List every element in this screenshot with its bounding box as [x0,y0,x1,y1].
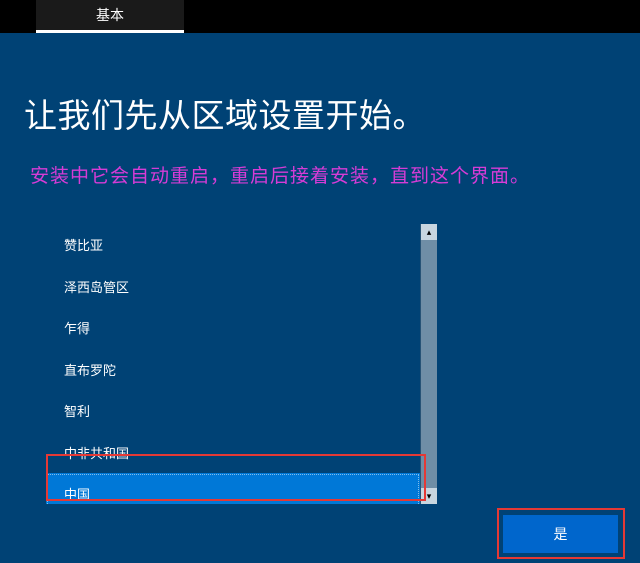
region-item[interactable]: 中国 [46,473,420,504]
region-item[interactable]: 赞比亚 [46,224,420,266]
region-item[interactable]: 泽西岛管区 [46,266,420,308]
region-item[interactable]: 直布罗陀 [46,349,420,391]
top-bar: 基本 [0,0,640,33]
region-label: 中非共和国 [64,443,129,462]
content-area: 让我们先从区域设置开始。 安装中它会自动重启，重启后接着安装，直到这个界面。 赞… [0,89,640,504]
region-label: 泽西岛管区 [64,277,129,296]
annotation-text: 安装中它会自动重启，重启后接着安装，直到这个界面。 [30,161,616,188]
region-item[interactable]: 智利 [46,390,420,432]
region-label: 直布罗陀 [64,360,116,379]
scroll-up-button[interactable]: ▴ [421,224,437,240]
region-label: 中国 [64,484,90,503]
region-label: 智利 [64,401,90,420]
region-label: 赞比亚 [64,235,103,254]
scroll-thumb[interactable] [421,240,437,488]
region-item[interactable]: 中非共和国 [46,432,420,474]
region-listbox[interactable]: 赞比亚泽西岛管区乍得直布罗陀智利中非共和国中国 [46,224,420,504]
tab-label: 基本 [96,5,124,25]
yes-button-label: 是 [554,524,568,544]
scroll-down-button[interactable]: ▾ [421,488,437,504]
region-listbox-container: 赞比亚泽西岛管区乍得直布罗陀智利中非共和国中国 ▴ ▾ [46,224,436,504]
region-item[interactable]: 乍得 [46,307,420,349]
region-label: 乍得 [64,318,90,337]
page-title: 让我们先从区域设置开始。 [24,89,616,137]
scrollbar: ▴ ▾ [420,224,436,504]
yes-button[interactable]: 是 [503,515,618,553]
tab-basic[interactable]: 基本 [36,0,184,33]
